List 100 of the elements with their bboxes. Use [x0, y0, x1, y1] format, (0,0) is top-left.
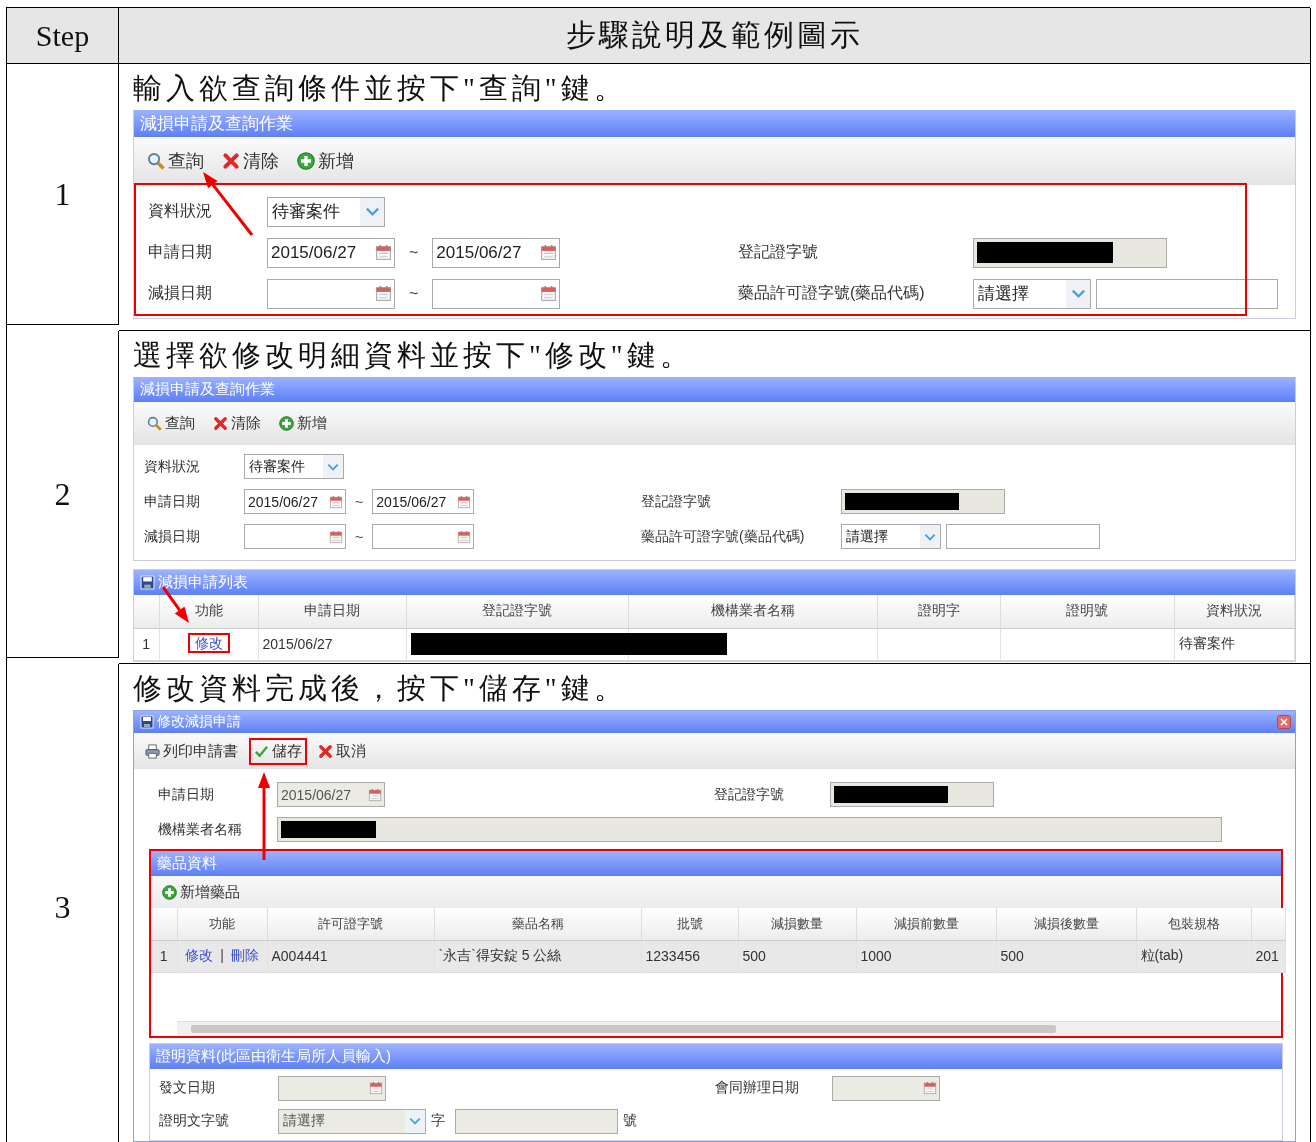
add-button[interactable]: 新增 [292, 145, 359, 177]
date-field[interactable] [372, 524, 475, 549]
text-field[interactable] [1096, 278, 1278, 309]
step-number: 2 [7, 331, 119, 658]
cross-icon [318, 743, 333, 759]
table-row[interactable]: 1 修改 | 刪除 A004441 `永吉`得安錠 5 公絲 1233456 500 1000 500 粒(tab) 201 [151, 940, 1285, 972]
search-button[interactable]: 查詢 [142, 410, 200, 437]
row-action-link[interactable]: 刪除 [223, 945, 266, 965]
range-separator: ~ [409, 243, 419, 262]
table-cell: A004441 [267, 940, 434, 972]
panel-title: 證明資料(此區由衛生局所人員輸入) [150, 1043, 1282, 1069]
step-number: 3 [7, 664, 119, 1142]
field-label: 會同辦理日期 [715, 1079, 800, 1097]
field-label: 資料狀況 [148, 201, 213, 221]
field-label: 登記證字號 [641, 492, 712, 511]
table-cell: 待審案件 [1174, 628, 1295, 660]
calendar-icon [375, 285, 392, 302]
field-label: 登記證字號 [738, 242, 819, 262]
column-header: 批號 [641, 908, 738, 940]
calendar-icon [923, 1081, 937, 1095]
column-header: 證明字 [877, 595, 1001, 628]
plus-icon [162, 884, 177, 900]
print-button[interactable]: 列印申請書 [140, 737, 243, 765]
field-label: 登記證字號 [714, 785, 785, 804]
plus-icon [279, 416, 294, 431]
cross-icon [222, 152, 240, 170]
cancel-button[interactable]: 取消 [313, 737, 371, 765]
column-header: 功能 [159, 595, 259, 628]
date-field[interactable] [244, 524, 346, 549]
field-label: 證明文字號 [159, 1112, 230, 1130]
dropdown[interactable]: 請選擇 [841, 524, 941, 549]
column-header: 包裝規格 [1136, 908, 1251, 940]
calendar-icon [369, 1081, 383, 1095]
step-instruction: 輸入欲查詢條件並按下"查詢"鍵。 [133, 71, 628, 106]
save-button[interactable]: 儲存 [249, 737, 307, 765]
row-number: 1 [151, 940, 177, 972]
date-field[interactable] [267, 278, 395, 309]
text-field[interactable] [455, 1108, 618, 1134]
row-number: 1 [134, 628, 159, 660]
list-title: 減損申請列表 [158, 573, 248, 592]
field-label: 申請日期 [144, 492, 201, 511]
field-label: 發文日期 [159, 1079, 216, 1097]
table-cell: `永吉`得安錠 5 公絲 [434, 940, 641, 972]
calendar-icon [329, 494, 343, 509]
horizontal-scrollbar[interactable] [177, 1020, 1281, 1036]
date-field[interactable]: 2015/06/27 [432, 237, 561, 268]
calendar-icon [368, 787, 382, 802]
range-separator: ~ [409, 284, 419, 303]
add-button[interactable]: 新增藥品 [157, 878, 245, 906]
printer-icon [145, 743, 160, 759]
table-row[interactable]: 1 修改 2015/06/27 待審案件 [134, 628, 1295, 660]
date-field[interactable]: 2015/06/27 [372, 489, 475, 514]
column-header: 資料狀況 [1174, 595, 1295, 628]
column-header: 機構業者名稱 [628, 595, 878, 628]
calendar-icon [540, 285, 558, 302]
panel-title: 減損申請及查詢作業 [134, 110, 1295, 137]
unit-label: 字 [431, 1112, 445, 1130]
step-instruction: 修改資料完成後，按下"儲存"鍵。 [133, 671, 628, 706]
column-header: 步驟說明及範例圖示 [119, 8, 1311, 64]
column-header: 申請日期 [258, 595, 407, 628]
step-instruction: 選擇欲修改明細資料並按下"修改"鍵。 [133, 338, 694, 373]
link-separator: | [220, 947, 224, 963]
text-field[interactable] [946, 524, 1100, 549]
clear-button[interactable]: 清除 [217, 145, 284, 177]
panel-title: 減損申請及查詢作業 [134, 377, 1295, 402]
search-button[interactable]: 查詢 [142, 145, 209, 177]
row-action-link[interactable]: 修改 [178, 945, 221, 965]
column-header: 減損數量 [738, 908, 856, 940]
table-cell: 1000 [856, 940, 996, 972]
calendar-icon [540, 244, 558, 261]
field-label: 申請日期 [158, 785, 215, 804]
date-field[interactable]: 2015/06/27 [244, 489, 346, 514]
field-label: 減損日期 [148, 283, 213, 303]
field-label: 資料狀況 [144, 457, 201, 476]
calendar-icon [457, 529, 472, 544]
calendar-icon [375, 244, 392, 261]
field-label: 藥品許可證字號(藥品代碼) [738, 283, 926, 303]
search-icon [147, 416, 162, 431]
field-label: 機構業者名稱 [158, 820, 243, 839]
date-field[interactable]: 2015/06/27 [267, 237, 395, 268]
search-icon [147, 152, 165, 170]
dialog-title: 修改減損申請 [157, 713, 241, 731]
column-header: 證明號 [1000, 595, 1175, 628]
add-button[interactable]: 新增 [274, 410, 332, 437]
table-cell: 2015/06/27 [258, 628, 407, 660]
check-icon [254, 743, 269, 759]
clear-button[interactable]: 清除 [208, 410, 266, 437]
table-cell: 500 [738, 940, 856, 972]
dropdown[interactable]: 待審案件 [267, 196, 385, 227]
table-cell: 500 [996, 940, 1136, 972]
table-cell: 1233456 [641, 940, 738, 972]
panel-title: 藥品資料 [151, 851, 1281, 876]
date-field[interactable] [432, 278, 561, 309]
range-separator: ~ [355, 528, 364, 545]
close-button[interactable] [1277, 715, 1291, 729]
row-action-link[interactable]: 修改 [187, 633, 230, 653]
column-header: 登記證字號 [406, 595, 629, 628]
dropdown[interactable]: 請選擇 [973, 278, 1091, 309]
dropdown[interactable]: 待審案件 [244, 454, 344, 479]
step-number: 1 [7, 64, 119, 325]
